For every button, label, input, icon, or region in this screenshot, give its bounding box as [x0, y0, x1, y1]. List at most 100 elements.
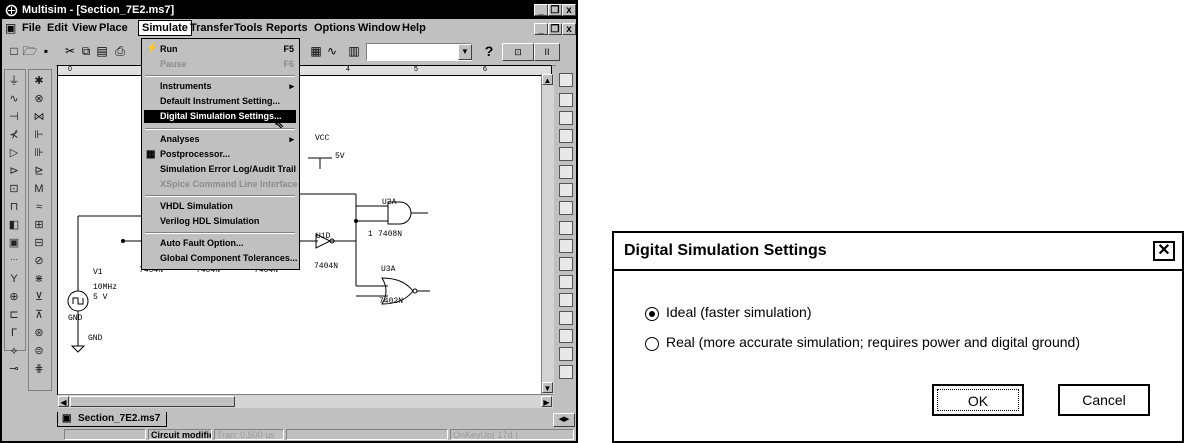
menu-item-default-instrument-setting[interactable]: Default Instrument Setting... — [160, 95, 298, 108]
menu-item-vhdl-simulation[interactable]: VHDL Simulation — [160, 200, 298, 213]
probe-icon[interactable]: ⟡ — [5, 343, 23, 359]
relay-icon[interactable]: M — [30, 181, 48, 197]
switch-icon[interactable]: ⊵ — [30, 163, 48, 179]
bode-plotter-icon[interactable] — [559, 165, 573, 179]
socket-icon[interactable]: ⊞ — [30, 217, 48, 233]
capacitor-icon[interactable]: ⊩ — [30, 127, 48, 143]
transistor-icon[interactable]: ⊀ — [5, 127, 23, 143]
agilent-multimeter-icon[interactable] — [559, 347, 573, 361]
frequency-counter-icon[interactable] — [559, 183, 573, 197]
power-source-icon[interactable]: ✱ — [30, 73, 48, 89]
postprocessor-icon[interactable]: ∿ — [324, 43, 340, 59]
rf-icon[interactable]: Y — [5, 271, 23, 287]
misc-icon[interactable]: ⋯ — [5, 253, 23, 269]
tab-scroll-icon[interactable]: ◀▶ — [553, 413, 575, 427]
connector-icon[interactable]: ⊸ — [5, 361, 23, 377]
maximize-button[interactable]: ❐ — [548, 4, 562, 16]
potentiometer-icon[interactable]: ⋇ — [30, 271, 48, 287]
var-inductor-icon[interactable]: ⊼ — [30, 307, 48, 323]
menu-file[interactable]: File — [22, 22, 41, 34]
ok-button[interactable]: OK — [932, 384, 1024, 416]
menu-edit[interactable]: Edit — [47, 22, 68, 34]
tab-section-7e2[interactable]: ▣ Section_7E2.ms7 — [57, 412, 168, 427]
four-channel-scope-icon[interactable] — [559, 147, 573, 161]
inductor-icon[interactable]: ⊪ — [30, 145, 48, 161]
oscilloscope-icon[interactable] — [559, 129, 573, 143]
menu-reports[interactable]: Reports — [266, 22, 308, 34]
doc-icon[interactable]: ▣ — [5, 21, 16, 35]
resistor-pack-icon[interactable]: ⊟ — [30, 235, 48, 251]
radio-ideal[interactable] — [645, 307, 659, 321]
open-folder-icon[interactable]: 🗁 — [22, 43, 38, 59]
print-icon[interactable]: ⎙ — [112, 43, 128, 59]
help-button[interactable]: ? — [481, 43, 497, 59]
multimeter-icon[interactable] — [559, 73, 573, 87]
scroll-up-icon[interactable]: ▲ — [542, 74, 553, 85]
cancel-button[interactable]: Cancel — [1058, 384, 1150, 416]
resistor-icon[interactable]: ⋈ — [30, 109, 48, 125]
doc-restore-button[interactable]: ❐ — [548, 23, 562, 35]
copy-icon[interactable]: ⧉ — [78, 43, 94, 59]
crystal-icon[interactable]: ⊛ — [30, 325, 48, 341]
electromech-icon[interactable]: ⊕ — [5, 289, 23, 305]
basic-icon[interactable]: ∿ — [5, 91, 23, 107]
menu-item-instruments[interactable]: Instruments ▸ — [160, 80, 298, 93]
menu-item-error-log[interactable]: Simulation Error Log/Audit Trail — [160, 163, 298, 176]
component-list-icon[interactable]: ▥ — [346, 43, 362, 59]
misc-digital-icon[interactable]: ⊓ — [5, 199, 23, 215]
doc-close-button[interactable]: x — [562, 23, 576, 35]
menu-view[interactable]: View — [72, 22, 97, 34]
menu-item-analyses[interactable]: Analyses ▸ — [160, 133, 298, 146]
scroll-down-icon[interactable]: ▼ — [542, 382, 553, 393]
menu-item-postprocessor[interactable]: Postprocessor... — [160, 148, 298, 161]
paste-icon[interactable]: ▤ — [94, 43, 110, 59]
diode-icon[interactable]: ⊣ — [5, 109, 23, 125]
horizontal-scrollbar[interactable]: ◀ ▶ — [58, 394, 553, 408]
rpack-icon[interactable]: ⋕ — [30, 361, 48, 377]
cmos-icon[interactable]: ⊡ — [5, 181, 23, 197]
radio-real[interactable] — [645, 337, 659, 351]
menu-item-global-tolerances[interactable]: Global Component Tolerances... — [160, 252, 298, 265]
menu-item-run[interactable]: Run F5 — [160, 43, 298, 56]
minimize-button[interactable]: _ — [534, 4, 548, 16]
var-capacitor-icon[interactable]: ⊻ — [30, 289, 48, 305]
signal-source-icon[interactable]: ⊗ — [30, 91, 48, 107]
source-icon[interactable]: ⏚ — [5, 73, 23, 89]
wattmeter-icon[interactable] — [559, 111, 573, 125]
menu-simulate[interactable]: Simulate — [138, 20, 192, 36]
indicator-icon[interactable]: ▣ — [5, 235, 23, 251]
measurement-probe-icon[interactable] — [559, 365, 573, 379]
scroll-right-icon[interactable]: ▶ — [541, 396, 552, 407]
radio-real-label[interactable]: Real (more accurate simulation; requires… — [666, 334, 1080, 350]
menu-place[interactable]: Place — [99, 22, 128, 34]
menu-options[interactable]: Options — [314, 22, 356, 34]
network-analyzer-icon[interactable] — [559, 311, 573, 325]
ttl-icon[interactable]: ⊳ — [5, 163, 23, 179]
word-generator-icon[interactable] — [559, 201, 573, 215]
analog-icon[interactable]: ▷ — [5, 145, 23, 161]
cut-icon[interactable]: ✂ — [62, 43, 78, 59]
fuse-icon[interactable]: ⊜ — [30, 343, 48, 359]
in-use-list-dropdown[interactable] — [366, 43, 472, 61]
mixed-icon[interactable]: ◧ — [5, 217, 23, 233]
vertical-scrollbar[interactable]: ▲ ▼ — [541, 74, 554, 394]
menu-tools[interactable]: Tools — [234, 22, 263, 34]
menu-help[interactable]: Help — [402, 22, 426, 34]
chevron-down-icon[interactable]: ▼ — [458, 44, 472, 60]
agilent-generator-icon[interactable] — [559, 329, 573, 343]
close-button[interactable]: x — [562, 4, 576, 16]
ladder-icon[interactable]: ⊏ — [5, 307, 23, 323]
new-file-icon[interactable]: □ — [6, 43, 22, 59]
scroll-left-icon[interactable]: ◀ — [58, 396, 69, 407]
spectrum-analyzer-icon[interactable] — [559, 293, 573, 307]
menu-window[interactable]: Window — [358, 22, 400, 34]
logic-analyzer-icon[interactable] — [559, 221, 573, 235]
schematic-canvas[interactable]: 0 4 5 6 VCC 5V U2A 7408N 1 U1D 7404N U3A… — [57, 65, 552, 395]
radio-ideal-label[interactable]: Ideal (faster simulation) — [666, 304, 812, 320]
menu-item-verilog-simulation[interactable]: Verilog HDL Simulation — [160, 215, 298, 228]
iv-analyzer-icon[interactable] — [559, 257, 573, 271]
function-generator-icon[interactable] — [559, 93, 573, 107]
step-icon[interactable]: Γ — [5, 325, 23, 341]
grapher-icon[interactable]: ▦ — [308, 43, 324, 59]
menu-transfer[interactable]: Transfer — [190, 22, 233, 34]
